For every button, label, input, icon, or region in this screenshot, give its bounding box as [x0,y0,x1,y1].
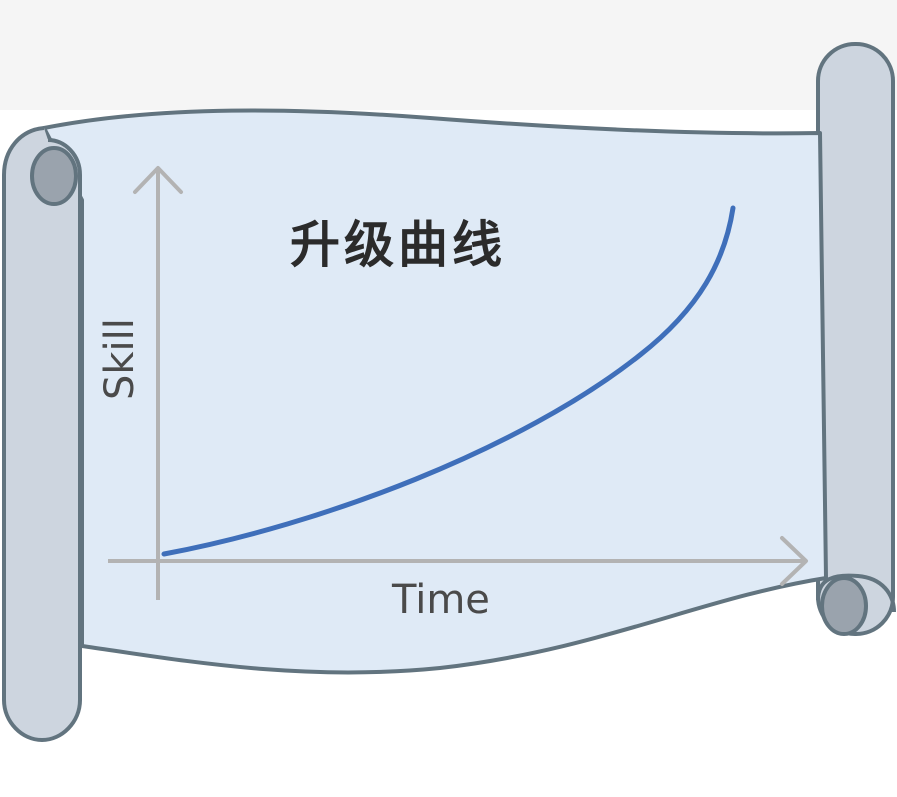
scroll-diagram: 升级曲线 Time Skill [0,0,897,797]
left-roller-end [30,146,78,206]
scroll-diagram-canvas: 升级曲线 Time Skill [0,0,897,743]
right-roller-end [820,576,868,636]
right-scroll-roller [816,42,895,636]
y-axis-label: Skill [97,318,143,400]
left-scroll-roller [1,126,82,743]
top-background-band [0,0,897,110]
x-axis-label: Time [391,577,490,623]
diagram-title: 升级曲线 [290,216,506,274]
